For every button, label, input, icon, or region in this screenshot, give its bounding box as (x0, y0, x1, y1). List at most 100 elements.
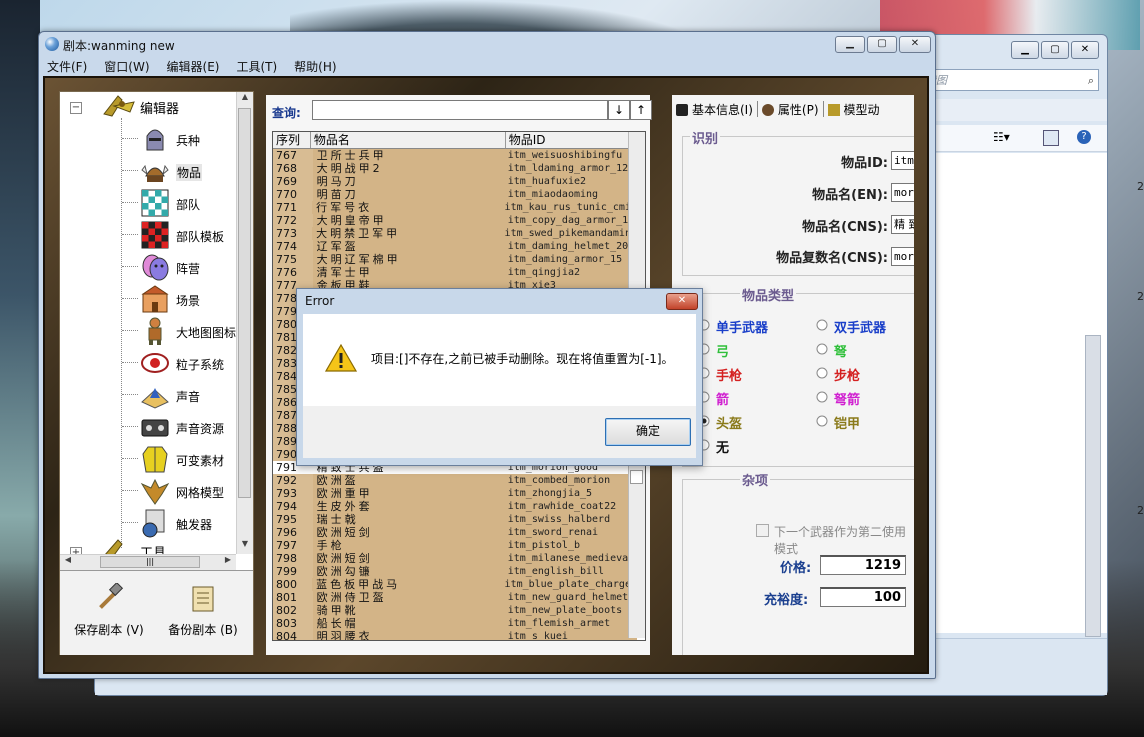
menu-file[interactable]: 文件(F) (39, 56, 96, 75)
menu-window[interactable]: 窗口(W) (96, 56, 158, 75)
header-item-name[interactable]: 物品名 (311, 132, 506, 148)
radio-button-icon[interactable] (816, 343, 828, 355)
search-icon[interactable]: ⌕ (1088, 70, 1094, 92)
item-type-option-label[interactable]: 无 (716, 437, 729, 456)
item-type-option-label[interactable]: 单手武器 (716, 317, 768, 336)
tree-item-sounds[interactable]: 声音 (140, 380, 236, 410)
item-type-option-label[interactable]: 弩 (834, 341, 847, 360)
item-type-option-label[interactable]: 步枪 (834, 365, 860, 384)
tree-horizontal-scrollbar[interactable]: ◀ ||| ▶ (60, 554, 236, 570)
tab-model[interactable]: 模型动 (824, 95, 884, 121)
tree-scroll-thumb[interactable] (238, 108, 251, 498)
expand-tools-expander[interactable]: + (70, 547, 82, 554)
backup-script-button[interactable]: 备份剧本 (B) (158, 577, 248, 651)
item-name-cns-field[interactable]: 精 致 士 兵 (891, 215, 914, 234)
menu-tools[interactable]: 工具(T) (228, 56, 286, 75)
table-row[interactable]: 771 行军号衣 itm_kau_rus_tunic_cmir (273, 201, 637, 214)
ok-button[interactable]: 确定 (605, 418, 691, 446)
table-row[interactable]: 792 欧洲盔 itm_combed_morion (273, 474, 637, 487)
table-row[interactable]: 803 船长帽 itm_flemish_armet (273, 617, 637, 630)
tree-vertical-scrollbar[interactable]: ▲ ▼ (236, 92, 253, 554)
item-type-option-label[interactable]: 弓 (716, 341, 729, 360)
scroll-right-arrow-icon[interactable]: ▶ (220, 555, 236, 570)
tree-item-scenes[interactable]: 场景 (140, 284, 236, 314)
editor-tree[interactable]: − 编辑器 兵种 物品 部队 部队模板 阵营 场景 大地图图标 粒子系统 声音 … (60, 92, 236, 554)
tree-item-meshes[interactable]: 网格模型 (140, 476, 236, 506)
radio-button-icon[interactable] (816, 319, 828, 331)
bg-scrollbar[interactable] (1085, 335, 1101, 637)
table-row[interactable]: 799 欧洲勾镰 itm_english_bill (273, 565, 637, 578)
tab-basic-info[interactable]: 基本信息(I) (672, 95, 757, 121)
table-row[interactable]: 767 卫所士兵甲 itm_weisuoshibingfu (273, 149, 637, 162)
table-row[interactable]: 797 手枪 itm_pistol_b (273, 539, 637, 552)
scroll-up-arrow-icon[interactable]: ▲ (237, 92, 253, 107)
tree-item-factions[interactable]: 阵营 (140, 252, 236, 282)
bg-search-input[interactable]: 搜索图 ⌕ (909, 69, 1099, 91)
table-row[interactable]: 769 明马刀 itm_huafuxie2 (273, 175, 637, 188)
dialog-close-button[interactable]: ✕ (666, 293, 698, 310)
tree-item-party-templates[interactable]: 部队模板 (140, 220, 236, 250)
menu-help[interactable]: 帮助(H) (286, 56, 345, 75)
table-row[interactable]: 776 清军士甲 itm_qingjia2 (273, 266, 637, 279)
item-plural-name-field[interactable]: morion_goo (891, 247, 914, 266)
tree-root-tools[interactable]: 工具 (140, 542, 166, 554)
table-row[interactable]: 800 蓝色板甲战马 itm_blue_plate_charger (273, 578, 637, 591)
tree-item-map-icons[interactable]: 大地图图标 (140, 316, 236, 346)
table-row[interactable]: 772 大明皇帝甲 itm_copy_dag_armor_19 (273, 214, 637, 227)
item-name-en-field[interactable]: morion_goo (891, 183, 914, 202)
price-field[interactable]: 1219 (820, 555, 906, 575)
table-row[interactable]: 801 欧洲侍卫盔 itm_new_guard_helmet (273, 591, 637, 604)
menu-editor[interactable]: 编辑器(E) (159, 56, 229, 75)
minimize-button[interactable]: ▁ (835, 36, 865, 53)
tree-item-items[interactable]: 物品 (140, 156, 236, 186)
table-row[interactable]: 798 欧洲短剑 itm_milanese_medieval (273, 552, 637, 565)
table-row[interactable]: 775 大明辽军棉甲 itm_daming_armor_15 (273, 253, 637, 266)
help-icon[interactable]: ? (1077, 130, 1091, 144)
view-menu-icon[interactable]: ☷▾ (993, 130, 1010, 144)
error-dialog[interactable]: Error ✕ 项目:[]不存在,之前已被手动删除。现在将值重置为[-1]。 确… (296, 288, 703, 466)
item-type-option-label[interactable]: 弩箭 (834, 389, 860, 408)
table-row[interactable]: 768 大明战甲2 itm_ldaming_armor_121 (273, 162, 637, 175)
close-button[interactable]: ✕ (899, 36, 931, 53)
tree-item-particles[interactable]: 粒子系统 (140, 348, 236, 378)
save-script-button[interactable]: 保存剧本 (V) (64, 577, 154, 651)
radio-button-icon[interactable] (816, 415, 828, 427)
tree-item-triggers[interactable]: 触发器 (140, 508, 236, 538)
item-type-option-label[interactable]: 手枪 (716, 365, 742, 384)
tree-item-sound-resources[interactable]: 声音资源 (140, 412, 236, 442)
table-row[interactable]: 804 明羽腰衣 itm_s_kuei (273, 630, 637, 640)
header-index[interactable]: 序列 (273, 132, 311, 148)
table-row[interactable]: 795 瑞士戟 itm_swiss_halberd (273, 513, 637, 526)
header-item-id[interactable]: 物品ID (506, 132, 639, 148)
radio-button-icon[interactable] (816, 391, 828, 403)
radio-button-icon[interactable] (816, 367, 828, 379)
bg-maximize-button[interactable]: ▢ (1041, 41, 1069, 59)
abundance-field[interactable]: 100 (820, 587, 906, 607)
scroll-left-arrow-icon[interactable]: ◀ (60, 555, 76, 570)
sort-down-button[interactable]: ↓ (608, 100, 630, 120)
sort-up-button[interactable]: ↑ (630, 100, 652, 120)
title-bar[interactable]: 剧本:wanming new ▁ ▢ ✕ (39, 32, 935, 56)
tab-properties[interactable]: 属性(P) (758, 95, 823, 121)
table-row[interactable]: 773 大明禁卫军甲 itm_swed_pikemandamina (273, 227, 637, 240)
table-row[interactable]: 794 生皮外套 itm_rawhide_coat22 (273, 500, 637, 513)
scroll-down-arrow-icon[interactable]: ▼ (237, 539, 253, 554)
tree-root-editor[interactable]: 编辑器 (140, 98, 179, 117)
tree-item-parties[interactable]: 部队 (140, 188, 236, 218)
collapse-editor-expander[interactable]: − (70, 102, 82, 114)
item-type-option-label[interactable]: 头盔 (716, 413, 742, 432)
bg-minimize-button[interactable]: ▁ (1011, 41, 1039, 59)
tree-item-troops[interactable]: 兵种 (140, 124, 236, 154)
table-row[interactable]: 796 欧洲短剑 itm_sword_renai (273, 526, 637, 539)
secondary-mode-checkbox[interactable] (756, 524, 769, 537)
item-type-option-label[interactable]: 铠甲 (834, 413, 860, 432)
tree-hscroll-thumb[interactable]: ||| (100, 556, 200, 568)
item-type-option-label[interactable]: 双手武器 (834, 317, 886, 336)
table-row[interactable]: 770 明苗刀 itm_miaodaoming (273, 188, 637, 201)
table-row[interactable]: 802 骑甲靴 itm_new_plate_boots (273, 604, 637, 617)
table-row[interactable]: 793 欧洲重甲 itm_zhongjia_5 (273, 487, 637, 500)
grid-scroll-thumb[interactable] (630, 470, 643, 484)
bg-close-button[interactable]: ✕ (1071, 41, 1099, 59)
query-input[interactable] (312, 100, 608, 120)
preview-pane-icon[interactable] (1043, 130, 1059, 146)
